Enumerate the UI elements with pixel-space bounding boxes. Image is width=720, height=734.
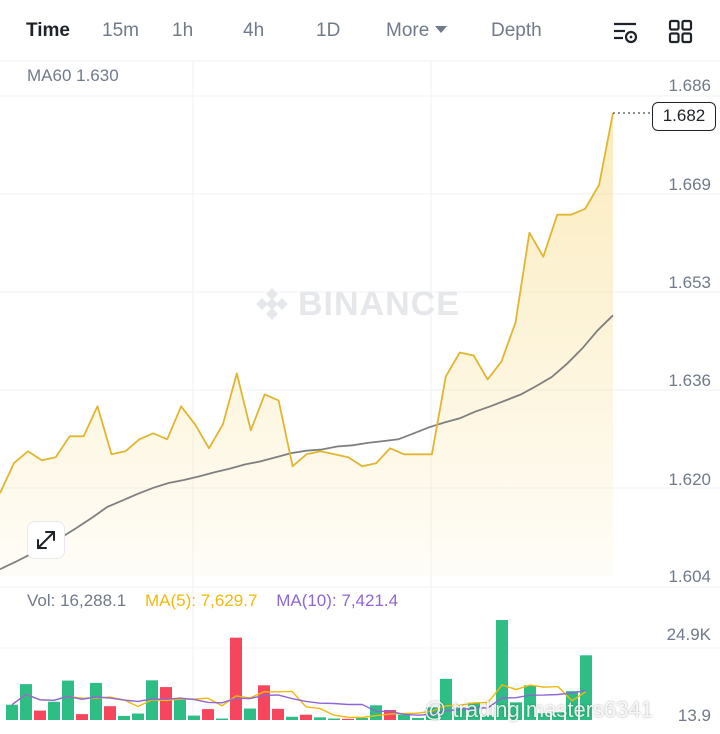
volume-bar — [104, 706, 116, 720]
volume-tick: 24.9K — [666, 625, 711, 644]
volume-bar — [202, 709, 214, 720]
credit-watermark: @ trading masters6341 — [424, 697, 654, 722]
volume-value: Vol: 16,288.1 — [27, 591, 127, 610]
ma60-label: MA60 1.630 — [27, 66, 119, 85]
price-tick: 1.636 — [668, 371, 711, 390]
expand-arrows-icon — [37, 531, 55, 549]
volume-bar — [132, 713, 144, 720]
volume-ma5: MA(5): 7,629.7 — [145, 591, 258, 610]
volume-bar — [286, 716, 298, 720]
volume-bar — [314, 717, 326, 720]
volume-bar — [412, 717, 424, 720]
volume-bar — [20, 684, 32, 720]
price-area-fill — [0, 112, 613, 578]
price-tick: 1.669 — [668, 175, 711, 194]
price-tick: 1.653 — [668, 273, 711, 292]
last-price-badge: 1.682 — [652, 102, 716, 131]
volume-bar — [356, 717, 368, 720]
price-tick: 1.686 — [668, 76, 711, 95]
volume-bar — [188, 715, 200, 720]
price-tick: 1.620 — [668, 470, 711, 489]
volume-bar — [370, 705, 382, 720]
volume-bar — [272, 708, 284, 720]
watermark-text: BINANCE — [298, 285, 460, 323]
volume-stats: Vol: 16,288.1 MA(5): 7,629.7 MA(10): 7,4… — [27, 591, 412, 611]
price-chart[interactable] — [0, 0, 720, 734]
volume-bar — [216, 718, 228, 720]
volume-bar — [90, 682, 102, 720]
volume-bar — [300, 714, 312, 720]
volume-bar — [258, 685, 270, 720]
volume-bar — [62, 680, 74, 720]
volume-bar — [6, 704, 18, 720]
binance-logo-icon — [256, 288, 288, 320]
volume-tick: 13.9 — [677, 706, 711, 725]
volume-bar — [328, 718, 340, 720]
volume-bar — [230, 637, 242, 720]
volume-bar — [342, 718, 354, 720]
volume-bar — [76, 714, 88, 720]
volume-bar — [174, 698, 186, 720]
volume-bar — [244, 708, 256, 720]
volume-bar — [398, 714, 410, 720]
volume-bar — [34, 710, 46, 720]
price-tick: 1.604 — [668, 567, 711, 586]
volume-bar — [160, 687, 172, 720]
volume-bar — [48, 701, 60, 720]
expand-chart-button[interactable] — [27, 521, 65, 559]
volume-ma10: MA(10): 7,421.4 — [276, 591, 399, 610]
volume-bar — [118, 715, 130, 720]
